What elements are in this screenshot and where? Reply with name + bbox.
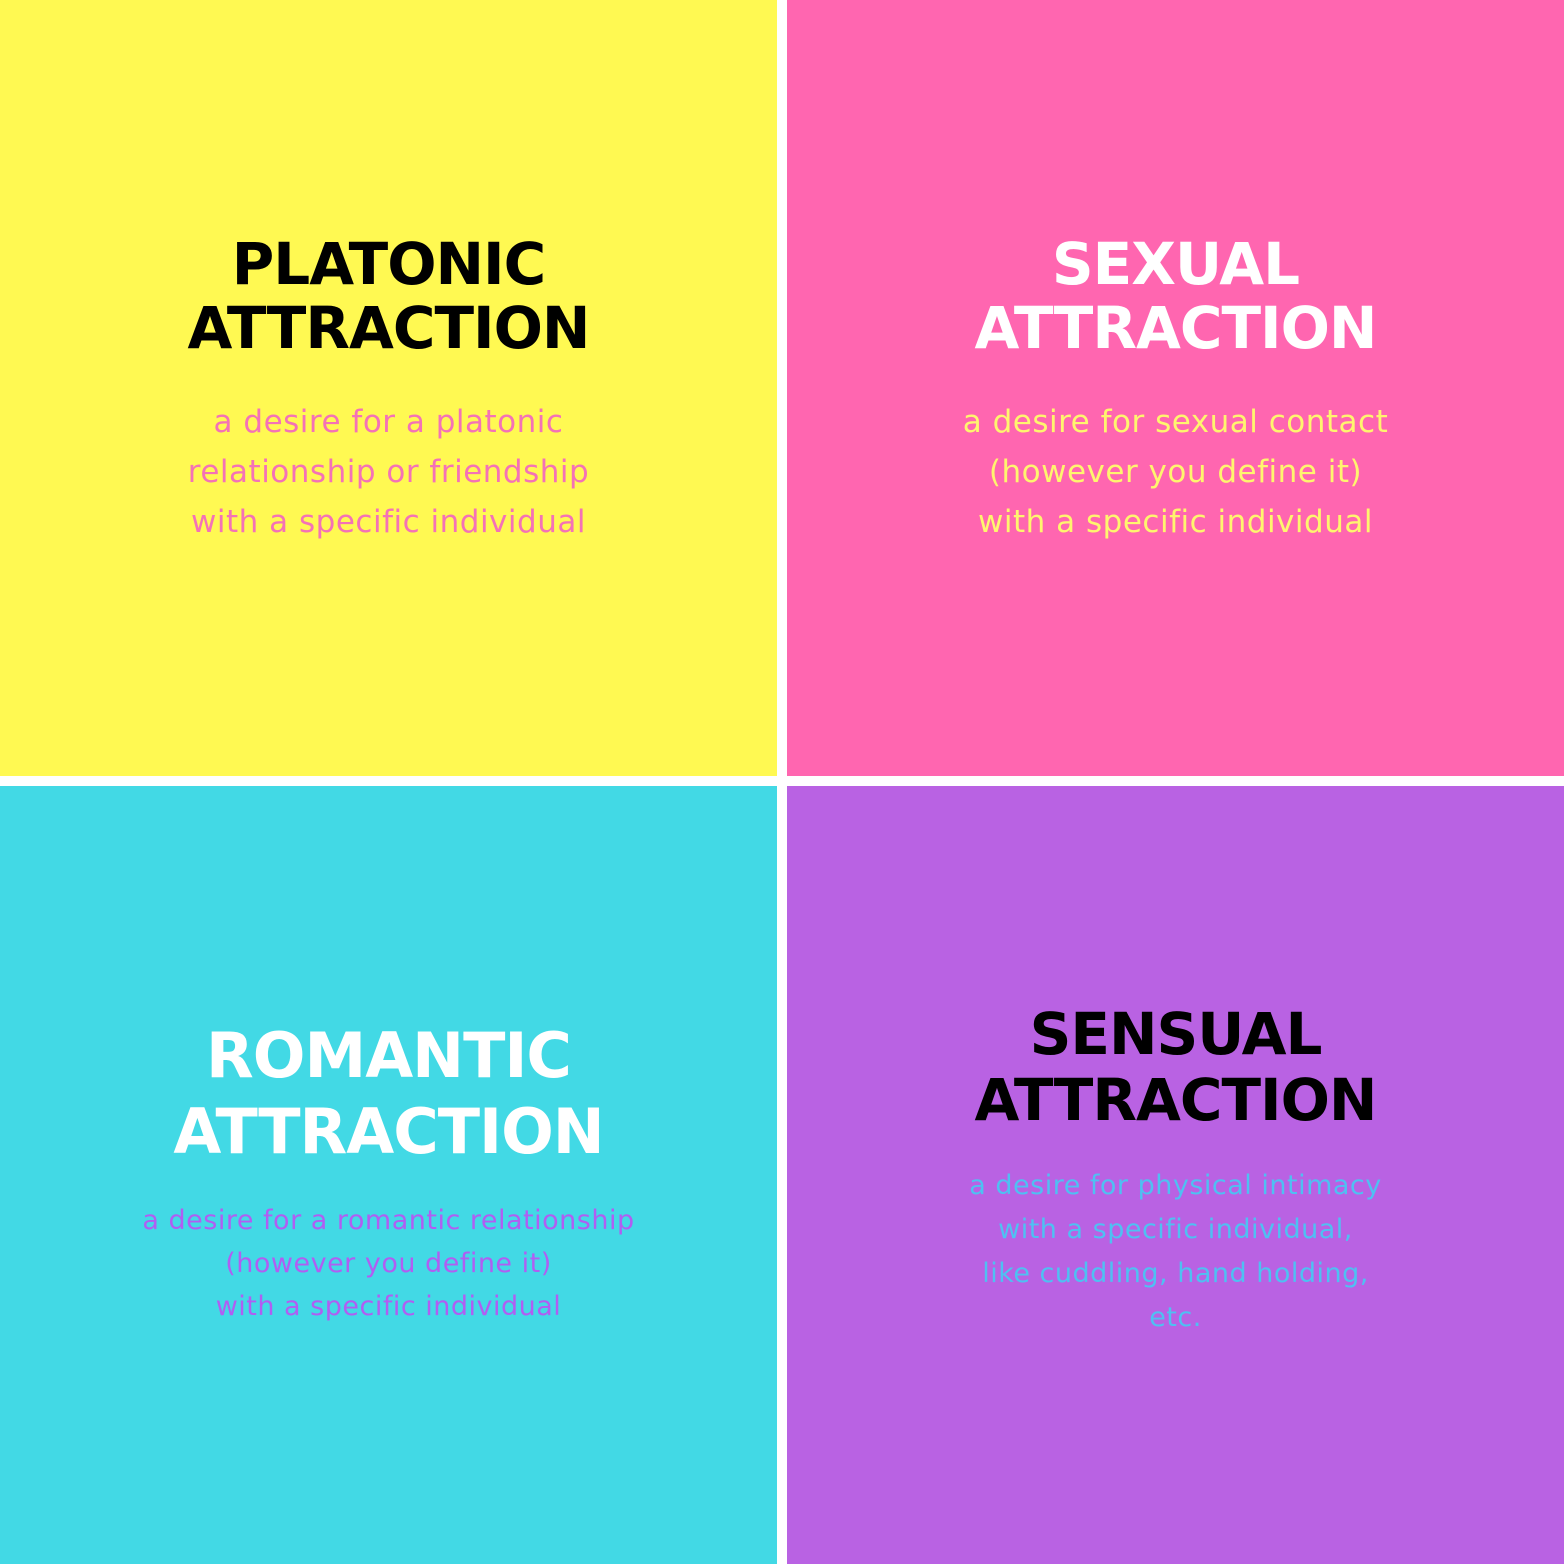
description-line: a desire for sexual contact: [962, 404, 1389, 440]
title-line: SEXUAL: [1051, 230, 1300, 298]
title-line: ATTRACTION: [974, 294, 1378, 362]
description-line: with a specific individual: [215, 1291, 562, 1322]
title-line: ATTRACTION: [173, 1095, 604, 1168]
sensual-attraction-description: a desire for physical intimacy with a sp…: [787, 1164, 1564, 1340]
sexual-attraction-title: SEXUAL ATTRACTION: [787, 232, 1564, 360]
sensual-attraction-title: SENSUAL ATTRACTION: [787, 1001, 1564, 1133]
sexual-attraction-panel: SEXUAL ATTRACTION a desire for sexual co…: [787, 0, 1564, 776]
title-line: ATTRACTION: [187, 294, 591, 362]
description-line: relationship or friendship: [187, 454, 590, 490]
sensual-attraction-panel: SENSUAL ATTRACTION a desire for physical…: [787, 786, 1564, 1564]
platonic-attraction-description: a desire for a platonic relationship or …: [0, 397, 777, 547]
description-line: (however you define it): [988, 454, 1363, 490]
description-line: a desire for physical intimacy: [969, 1170, 1382, 1201]
description-line: with a specific individual: [978, 504, 1373, 540]
description-line: a desire for a romantic relationship: [142, 1205, 635, 1236]
title-line: ROMANTIC: [206, 1019, 572, 1092]
description-line: a desire for a platonic: [213, 404, 564, 440]
romantic-attraction-description: a desire for a romantic relationship (ho…: [0, 1199, 777, 1328]
title-line: SENSUAL: [1029, 1000, 1323, 1068]
platonic-attraction-title: PLATONIC ATTRACTION: [0, 232, 777, 360]
description-line: with a specific individual,: [998, 1214, 1353, 1245]
romantic-attraction-panel: ROMANTIC ATTRACTION a desire for a roman…: [0, 786, 777, 1564]
description-line: etc.: [1149, 1302, 1202, 1333]
description-line: (however you define it): [225, 1248, 552, 1279]
sexual-attraction-description: a desire for sexual contact (however you…: [787, 397, 1564, 547]
description-line: like cuddling, hand holding,: [982, 1258, 1369, 1289]
description-line: with a specific individual: [191, 504, 586, 540]
title-line: ATTRACTION: [974, 1066, 1378, 1134]
romantic-attraction-title: ROMANTIC ATTRACTION: [0, 1018, 777, 1170]
title-line: PLATONIC: [231, 230, 546, 298]
platonic-attraction-panel: PLATONIC ATTRACTION a desire for a plato…: [0, 0, 777, 776]
